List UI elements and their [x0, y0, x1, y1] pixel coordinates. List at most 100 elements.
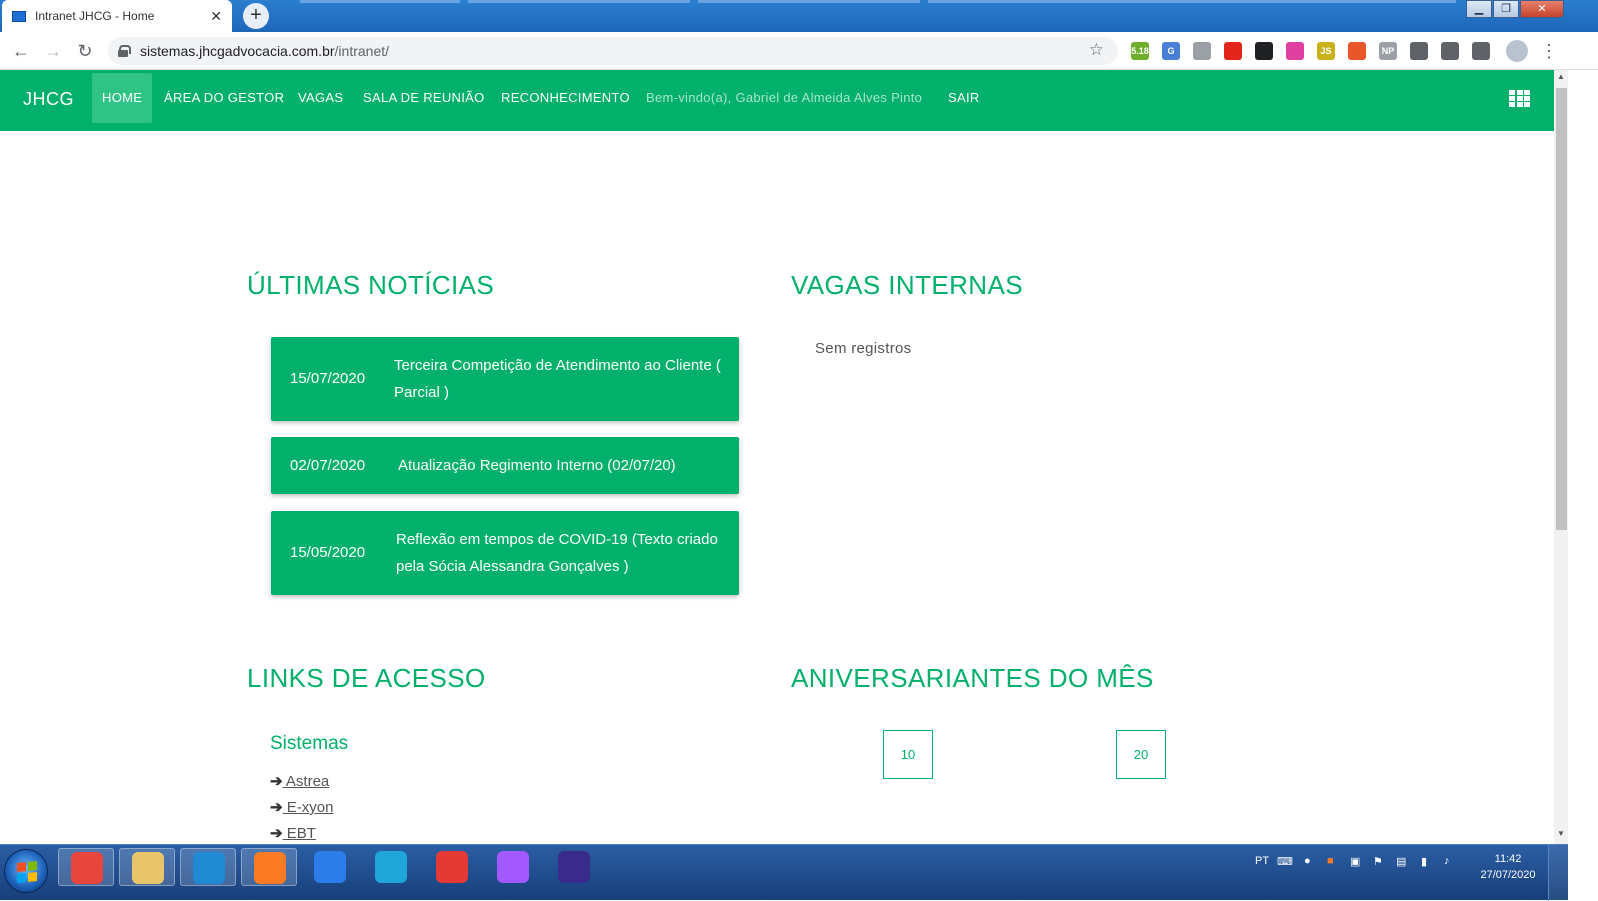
xampp-tray-icon[interactable]: ■	[1327, 855, 1334, 867]
fire-ext-icon[interactable]	[1348, 42, 1366, 60]
browser-toolbar: ← → ↻ sistemas.jhcgadvocacia.com.br/intr…	[0, 32, 1598, 70]
close-tab-icon[interactable]: ✕	[210, 8, 222, 25]
monitor-favicon-icon	[12, 10, 26, 22]
news-card[interactable]: 15/05/2020 Reflexão em tempos de COVID-1…	[271, 511, 739, 595]
lock-icon	[118, 45, 131, 57]
edge-taskbar-icon	[375, 851, 407, 883]
news-section-title: ÚLTIMAS NOTÍCIAS	[247, 270, 495, 300]
explorer-taskbar-icon	[132, 852, 164, 884]
nav-area-do-gestor[interactable]: ÁREA DO GESTOR	[164, 70, 284, 131]
np-ext-icon[interactable]: NP	[1379, 42, 1397, 60]
background-tab[interactable]	[468, 0, 690, 3]
news-text: Atualização Regimento Interno (02/07/20)	[398, 457, 676, 474]
music-taskbar-button[interactable]	[546, 848, 602, 886]
volume-icon[interactable]: ♪	[1444, 855, 1450, 867]
arrow-right-icon: ➔	[270, 799, 283, 816]
chrome-menu-icon[interactable]: ⋮	[1538, 40, 1560, 62]
figma-taskbar-icon	[497, 851, 529, 883]
news-text: Terceira Competição de Atendimento ao Cl…	[394, 357, 721, 401]
birthday-day-box[interactable]: 20	[1116, 730, 1166, 779]
news-date: 02/07/2020	[290, 457, 366, 474]
explorer-taskbar-button[interactable]	[119, 848, 175, 886]
profile-avatar[interactable]	[1506, 40, 1528, 62]
background-tab[interactable]	[928, 0, 1456, 3]
scroll-up-icon[interactable]: ▲	[1555, 72, 1567, 86]
site-brand[interactable]: JHCG	[23, 89, 74, 110]
compass-ext-icon[interactable]	[1193, 42, 1211, 60]
playlist-ext-icon[interactable]	[1472, 42, 1490, 60]
reader-ext-icon[interactable]	[1410, 42, 1428, 60]
reload-icon[interactable]: ↻	[74, 40, 96, 62]
wps-taskbar-icon	[314, 851, 346, 883]
chrome-taskbar-icon	[71, 852, 103, 884]
usb-tray-icon[interactable]: ▤	[1396, 855, 1406, 868]
forward-arrow-icon[interactable]: →	[42, 40, 64, 62]
welcome-text: Bem-vindo(a), Gabriel de Almeida Alves P…	[646, 90, 923, 105]
xampp-taskbar-button[interactable]	[241, 848, 297, 886]
minimize-icon[interactable]: ▁	[1466, 0, 1492, 18]
translate-ext-icon[interactable]: G	[1162, 42, 1180, 60]
colorpicker-ext-icon[interactable]	[1286, 42, 1304, 60]
android-ext-icon[interactable]: 5.18	[1131, 42, 1149, 60]
link-item[interactable]: ➔ E-xyon	[270, 798, 333, 816]
nav-reconhecimento[interactable]: RECONHECIMENTO	[501, 70, 630, 131]
puzzle-ext-icon[interactable]	[1441, 42, 1459, 60]
clock-date: 27/07/2020	[1480, 869, 1536, 881]
link-item[interactable]: ➔ EBT	[270, 824, 316, 842]
anydesk-taskbar-button[interactable]	[424, 848, 480, 886]
vacancies-section-title: VAGAS INTERNAS	[791, 270, 1023, 300]
news-text: Reflexão em tempos de COVID-19 (Texto cr…	[396, 531, 718, 575]
vacancies-empty-text: Sem registros	[815, 340, 912, 357]
background-tab[interactable]	[698, 0, 920, 3]
arrow-right-icon: ➔	[270, 825, 283, 842]
close-window-icon[interactable]: ✕	[1520, 0, 1564, 18]
windows-taskbar: PT ⌨ ● ■ ▣ ⚑ ▤ ▮ ♪ 11:42 27/07/2020	[0, 844, 1568, 901]
address-bar[interactable]: sistemas.jhcgadvocacia.com.br/intranet/ …	[108, 37, 1118, 65]
news-date: 15/05/2020	[290, 544, 366, 561]
mask-ext-icon[interactable]	[1255, 42, 1273, 60]
edge-taskbar-button[interactable]	[363, 848, 419, 886]
keyboard-icon[interactable]: ⌨	[1277, 855, 1293, 868]
browser-tab[interactable]: Intranet JHCG - Home ✕	[2, 0, 232, 32]
clock-time: 11:42	[1494, 853, 1522, 865]
apps-grid-icon[interactable]	[1509, 90, 1530, 107]
figma-taskbar-button[interactable]	[485, 848, 541, 886]
adblock-ext-icon[interactable]	[1224, 42, 1242, 60]
new-tab-button[interactable]: +	[243, 3, 269, 29]
background-tab[interactable]	[300, 0, 460, 3]
links-group-title: Sistemas	[270, 733, 349, 754]
js-ext-icon[interactable]: JS	[1317, 42, 1335, 60]
scrollbar-thumb[interactable]	[1556, 88, 1567, 530]
nav-sala-de-reuniao[interactable]: SALA DE REUNIÃO	[363, 70, 485, 131]
discord-tray-icon[interactable]: ●	[1304, 855, 1311, 867]
back-arrow-icon[interactable]: ←	[10, 40, 32, 62]
browser-titlebar: Intranet JHCG - Home ✕ + ▁ ❐ ✕	[0, 0, 1598, 32]
arrow-right-icon: ➔	[270, 773, 283, 790]
system-clock[interactable]: 11:42 27/07/2020	[1476, 851, 1540, 883]
birthday-day-box[interactable]: 10	[883, 730, 933, 779]
vpn-tray-icon[interactable]: ▣	[1350, 855, 1360, 868]
music-taskbar-icon	[558, 851, 590, 883]
xampp-taskbar-icon	[254, 852, 286, 884]
wps-taskbar-button[interactable]	[302, 848, 358, 886]
nav-home[interactable]: HOME	[92, 73, 153, 123]
scroll-down-icon[interactable]: ▼	[1555, 829, 1567, 843]
chrome-taskbar-button[interactable]	[58, 848, 114, 886]
maximize-icon[interactable]: ❐	[1493, 0, 1519, 18]
news-date: 15/07/2020	[290, 370, 366, 387]
start-button[interactable]	[4, 849, 48, 893]
vscode-taskbar-button[interactable]	[180, 848, 236, 886]
network-signal-icon[interactable]: ▮	[1421, 855, 1427, 868]
link-item[interactable]: ➔ Astrea	[270, 772, 329, 790]
action-center-icon[interactable]: ⚑	[1373, 855, 1383, 868]
show-desktop-button[interactable]	[1548, 845, 1568, 901]
news-card[interactable]: 02/07/2020 Atualização Regimento Interno…	[271, 437, 739, 494]
windows-logo-icon	[17, 860, 37, 884]
bookmark-star-icon[interactable]: ☆	[1089, 40, 1104, 60]
nav-vagas[interactable]: VAGAS	[298, 70, 343, 131]
vscode-taskbar-icon	[193, 852, 225, 884]
birthdays-section-title: ANIVERSARIANTES DO MÊS	[791, 663, 1154, 693]
language-indicator[interactable]: PT	[1255, 855, 1269, 867]
news-card[interactable]: 15/07/2020 Terceira Competição de Atendi…	[271, 337, 739, 421]
nav-logout[interactable]: SAIR	[948, 70, 980, 131]
